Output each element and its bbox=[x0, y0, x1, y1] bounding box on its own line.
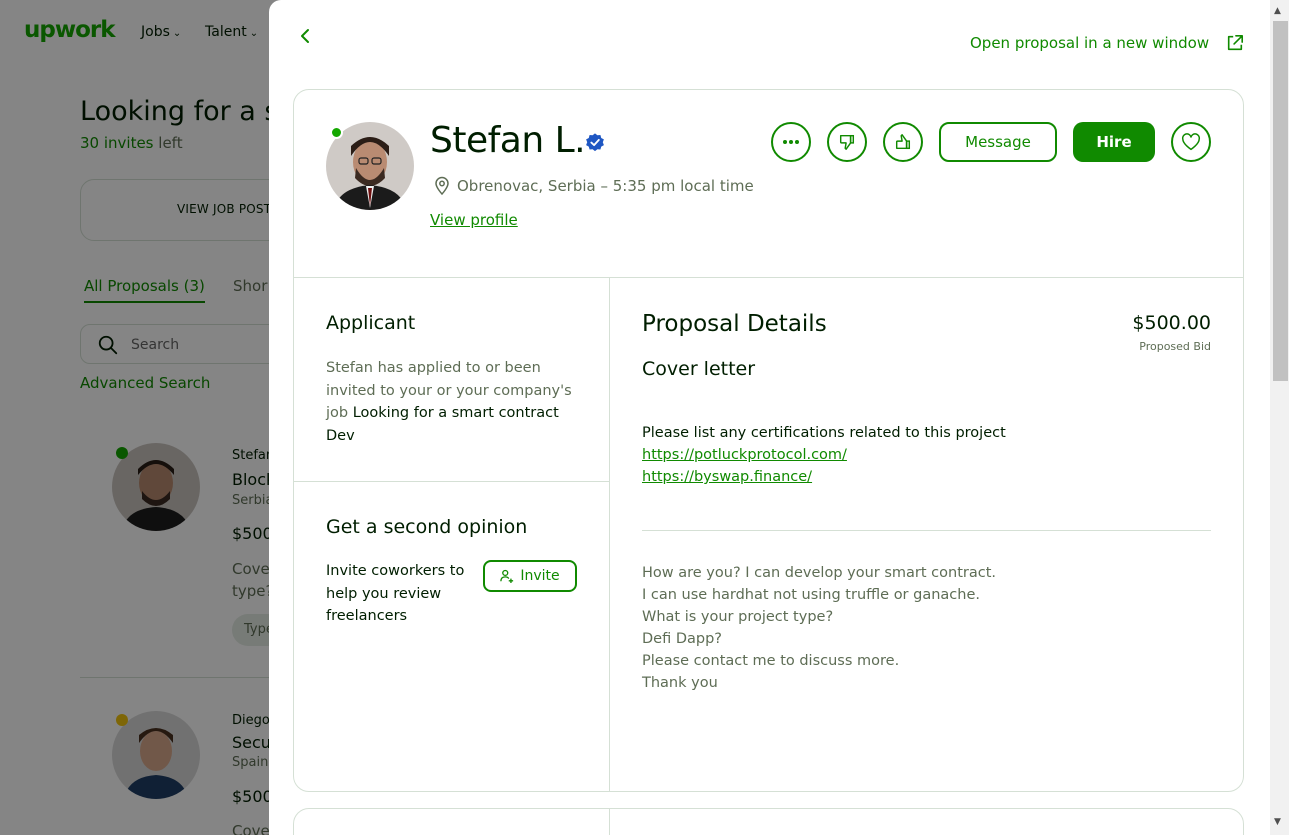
proposal-card: Stefan L. Obrenovac, Serbia – 5:35 pm lo… bbox=[293, 89, 1244, 792]
certification-link[interactable]: https://potluckprotocol.com/ bbox=[642, 447, 847, 463]
proposed-bid-label: Proposed Bid bbox=[1139, 340, 1211, 353]
divider bbox=[642, 530, 1211, 531]
next-section-card bbox=[293, 808, 1244, 835]
scroll-down-arrow-icon[interactable]: ▼ bbox=[1274, 817, 1281, 827]
applicant-description: Stefan has applied to or been invited to… bbox=[326, 357, 576, 447]
divider bbox=[609, 278, 610, 792]
cover-letter-line: I can use hardhat not using truffle or g… bbox=[642, 587, 980, 603]
cover-letter-line: How are you? I can develop your smart co… bbox=[642, 565, 996, 581]
proposal-details-heading: Proposal Details bbox=[642, 311, 827, 337]
divider bbox=[294, 481, 609, 482]
location-pin-icon bbox=[435, 176, 449, 196]
thumbs-up-icon bbox=[895, 134, 911, 150]
job-name: Looking for a smart contract Dev bbox=[326, 405, 559, 444]
certification-question: Please list any certifications related t… bbox=[642, 425, 1006, 441]
cover-letter-line: Thank you bbox=[642, 675, 718, 691]
heart-icon bbox=[1182, 133, 1200, 151]
online-status-dot bbox=[330, 126, 343, 139]
dislike-button[interactable] bbox=[827, 122, 867, 162]
back-chevron-icon[interactable] bbox=[293, 24, 317, 48]
cover-letter-line: Defi Dapp? bbox=[642, 631, 722, 647]
verified-badge-icon bbox=[586, 133, 604, 152]
freelancer-name: Stefan L. bbox=[430, 120, 586, 161]
scrollbar[interactable]: ▲ ▼ bbox=[1270, 0, 1289, 835]
open-new-window-link[interactable]: Open proposal in a new window bbox=[970, 34, 1209, 52]
like-button[interactable] bbox=[883, 122, 923, 162]
cover-letter-line: Please contact me to discuss more. bbox=[642, 653, 900, 669]
external-link-icon[interactable] bbox=[1226, 34, 1244, 52]
scroll-thumb[interactable] bbox=[1273, 21, 1288, 381]
more-dots-icon bbox=[783, 140, 799, 144]
more-options-button[interactable] bbox=[771, 122, 811, 162]
message-button[interactable]: Message bbox=[939, 122, 1057, 162]
scroll-up-arrow-icon[interactable]: ▲ bbox=[1274, 6, 1281, 16]
second-opinion-heading: Get a second opinion bbox=[326, 516, 528, 538]
cover-letter-line: What is your project type? bbox=[642, 609, 834, 625]
divider bbox=[609, 809, 610, 835]
thumbs-down-icon bbox=[839, 134, 855, 150]
proposal-panel: Open proposal in a new window Stefan L. … bbox=[269, 0, 1289, 835]
view-profile-link[interactable]: View profile bbox=[430, 211, 518, 229]
certification-link[interactable]: https://byswap.finance/ bbox=[642, 469, 812, 485]
cover-letter-heading: Cover letter bbox=[642, 358, 756, 380]
proposed-bid-amount: $500.00 bbox=[1132, 312, 1211, 334]
add-user-icon bbox=[500, 569, 514, 583]
divider bbox=[294, 277, 1243, 278]
applicant-heading: Applicant bbox=[326, 312, 416, 334]
hire-button[interactable]: Hire bbox=[1073, 122, 1155, 162]
save-favorite-button[interactable] bbox=[1171, 122, 1211, 162]
second-opinion-text: Invite coworkers to help you review free… bbox=[326, 563, 465, 624]
invite-button[interactable]: Invite bbox=[483, 560, 577, 592]
freelancer-location: Obrenovac, Serbia – 5:35 pm local time bbox=[457, 177, 754, 195]
invite-label: Invite bbox=[520, 568, 560, 584]
